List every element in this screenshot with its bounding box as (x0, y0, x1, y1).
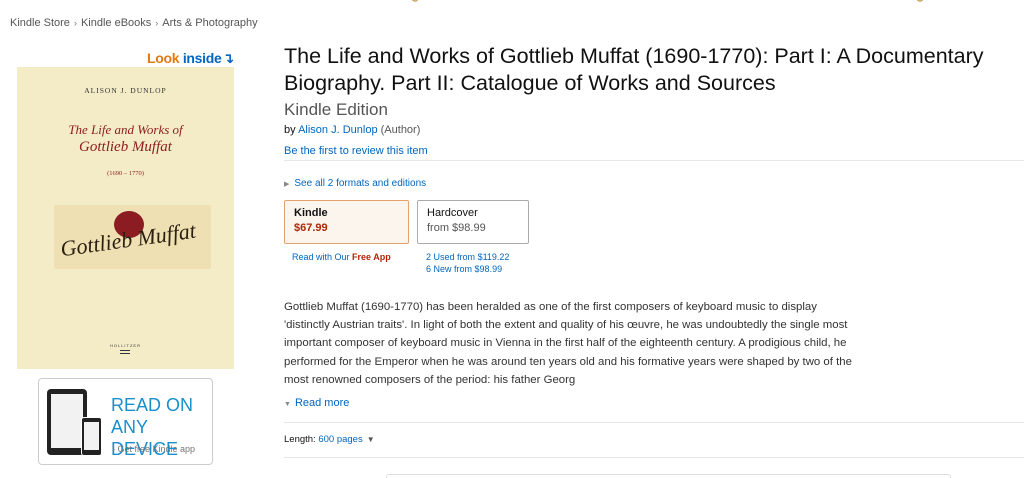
phone-icon (81, 417, 102, 456)
cover-title-line1: The Life and Works of (68, 122, 183, 137)
look-inside-arrow-icon: ↴ (222, 50, 235, 66)
cover-title: The Life and Works of Gottlieb Muffat (17, 122, 234, 156)
format-kindle-price: $67.99 (294, 222, 328, 234)
breadcrumb-arts-photography[interactable]: Arts & Photography (162, 17, 257, 29)
format-hardcover-button[interactable]: Hardcover from $98.99 (417, 200, 529, 244)
read-more-label: Read more (294, 397, 350, 409)
new-offers-link[interactable]: 6 New from $98.99 (426, 263, 509, 275)
format-kindle-name: Kindle (294, 207, 328, 219)
bottom-panel (386, 474, 951, 478)
expand-triangle-icon: ▶ (284, 181, 290, 188)
cover-dates: (1690 – 1770) (107, 170, 144, 177)
new-price: $98.99 (474, 264, 503, 274)
look-inside-word2: inside (182, 50, 222, 66)
free-app-strong: Free App (352, 252, 391, 262)
used-price: $119.22 (477, 252, 510, 262)
offers-links: 2 Used from $119.22 6 New from $98.99 (426, 251, 509, 275)
byline-by: by (284, 124, 296, 136)
length-dropdown-icon[interactable]: ▼ (367, 435, 375, 444)
format-hardcover-price: from $98.99 (427, 222, 486, 234)
get-kindle-app-link[interactable]: › Get free Kindle app (112, 444, 195, 454)
new-label: 6 New (426, 264, 452, 274)
used-from: from (457, 252, 476, 262)
byline: by Alison J. Dunlop (Author) (284, 124, 420, 136)
format-hardcover-name: Hardcover (427, 207, 478, 219)
banner-ornament-icon (913, 0, 927, 6)
length-label: Length: (284, 434, 316, 445)
read-on-any-device-banner[interactable]: READ ON ANY DEVICE › Get free Kindle app (38, 378, 213, 465)
author-link[interactable]: Alison J. Dunlop (298, 124, 378, 136)
author-role: (Author) (380, 124, 421, 136)
cover-publisher: HOLLITZER (109, 343, 141, 348)
read-more-link[interactable]: ▼ Read more (284, 397, 349, 409)
see-all-formats-label: See all 2 formats and editions (294, 178, 427, 189)
see-all-formats-link[interactable]: ▶ See all 2 formats and editions (284, 178, 426, 189)
breadcrumb-kindle-store[interactable]: Kindle Store (10, 17, 70, 29)
book-description: Gottlieb Muffat (1690-1770) has been her… (284, 301, 852, 386)
read-more-triangle-icon: ▼ (284, 401, 291, 408)
length-value-link[interactable]: 600 pages (318, 434, 362, 445)
look-inside-word: Look (147, 50, 180, 66)
free-app-link[interactable]: Read with Our Free App (292, 252, 391, 262)
product-title: The Life and Works of Gottlieb Muffat (1… (284, 44, 984, 95)
cover-signature-image: Gottlieb Muffat (54, 205, 211, 269)
publisher-logo-icon (120, 350, 130, 354)
divider (284, 160, 1024, 161)
banner-ornament-icon (733, 0, 739, 6)
read-device-line1: READ ON (111, 395, 194, 415)
book-cover-image[interactable]: ALISON J. DUNLOP The Life and Works of G… (17, 67, 234, 369)
format-kindle-button[interactable]: Kindle $67.99 (284, 200, 409, 244)
breadcrumb-separator-icon: › (73, 18, 77, 28)
first-review-link[interactable]: Be the first to review this item (284, 145, 428, 157)
used-label: 2 Used (426, 252, 455, 262)
banner-ornament-icon (408, 0, 422, 6)
new-from: from (454, 264, 473, 274)
cover-title-line2: Gottlieb Muffat (79, 139, 172, 155)
cover-author: ALISON J. DUNLOP (84, 86, 167, 95)
product-edition: Kindle Edition (284, 100, 388, 119)
breadcrumb-kindle-ebooks[interactable]: Kindle eBooks (81, 17, 151, 29)
length-info: Length: 600 pages ▼ (284, 434, 375, 445)
free-app-prefix: Read with Our (292, 252, 350, 262)
breadcrumb: Kindle Store › Kindle eBooks › Arts & Photog… (10, 17, 258, 29)
used-offers-link[interactable]: 2 Used from $119.22 (426, 251, 509, 263)
look-inside-button[interactable]: Look inside↴ (147, 50, 234, 67)
divider (284, 457, 1024, 458)
divider (284, 422, 1024, 423)
breadcrumb-separator-icon: › (155, 18, 159, 28)
